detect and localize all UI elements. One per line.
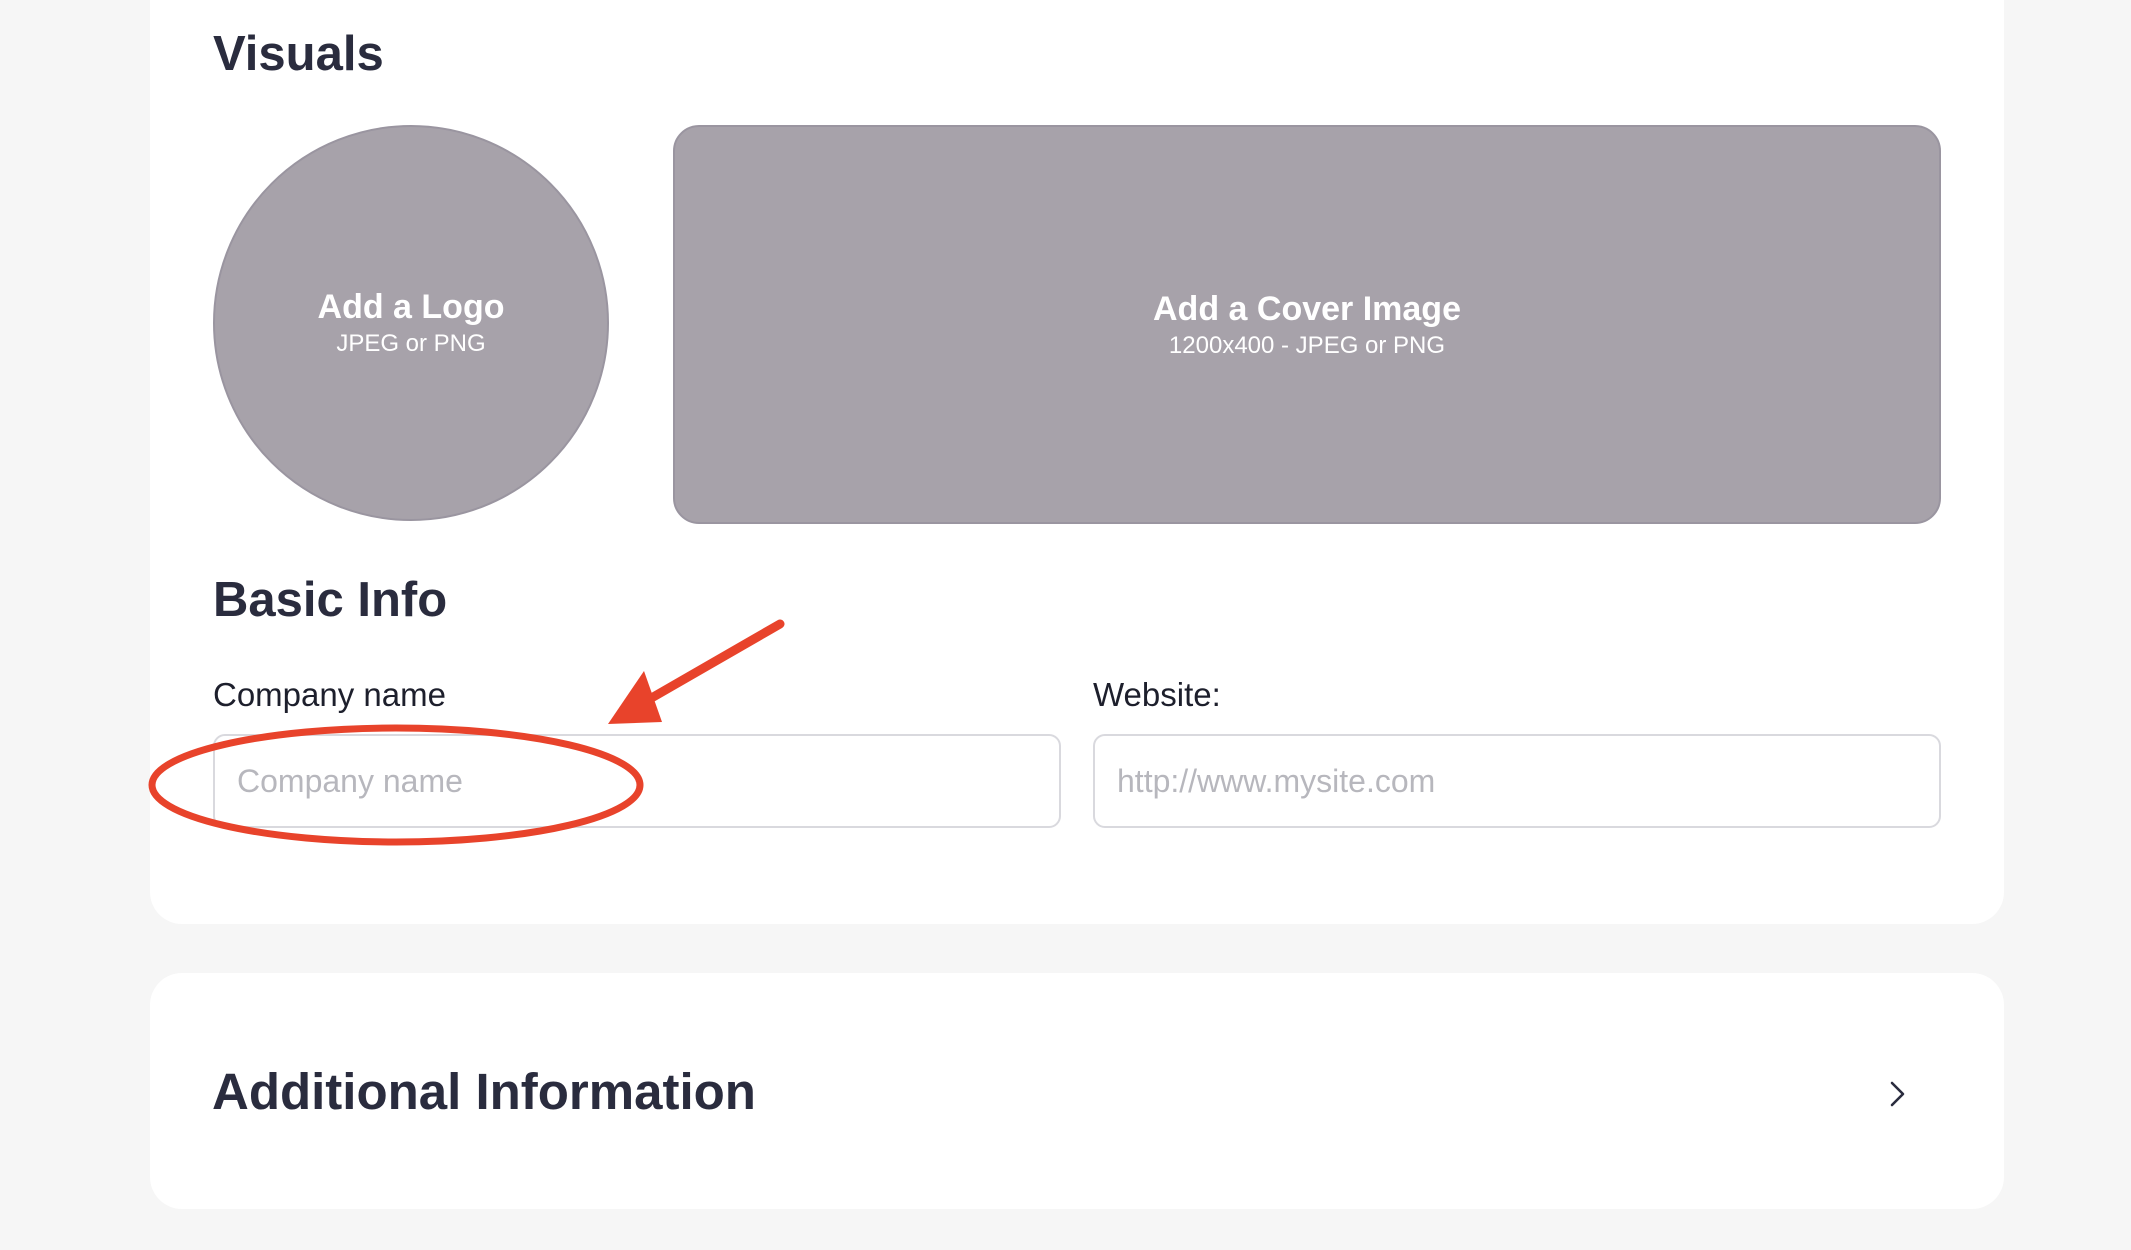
add-cover-image-dropzone[interactable]: Add a Cover Image 1200x400 - JPEG or PNG [673, 125, 1941, 524]
page: Visuals Add a Logo JPEG or PNG Add a Cov… [0, 0, 2131, 1250]
add-logo-dropzone[interactable]: Add a Logo JPEG or PNG [213, 125, 609, 521]
website-label: Website: [1093, 676, 1221, 713]
add-logo-title: Add a Logo [317, 288, 505, 326]
chevron-right-icon[interactable] [1876, 1072, 1920, 1116]
add-cover-image-title: Add a Cover Image [1153, 289, 1461, 328]
basic-info-heading: Basic Info [213, 573, 448, 627]
website-input[interactable] [1093, 734, 1941, 828]
visuals-heading: Visuals [213, 27, 384, 81]
add-cover-image-format-hint: 1200x400 - JPEG or PNG [1168, 331, 1446, 359]
add-logo-format-hint: JPEG or PNG [336, 330, 486, 357]
company-name-label: Company name [213, 676, 446, 713]
additional-information-heading: Additional Information [212, 1063, 756, 1120]
company-name-input[interactable] [213, 734, 1061, 828]
